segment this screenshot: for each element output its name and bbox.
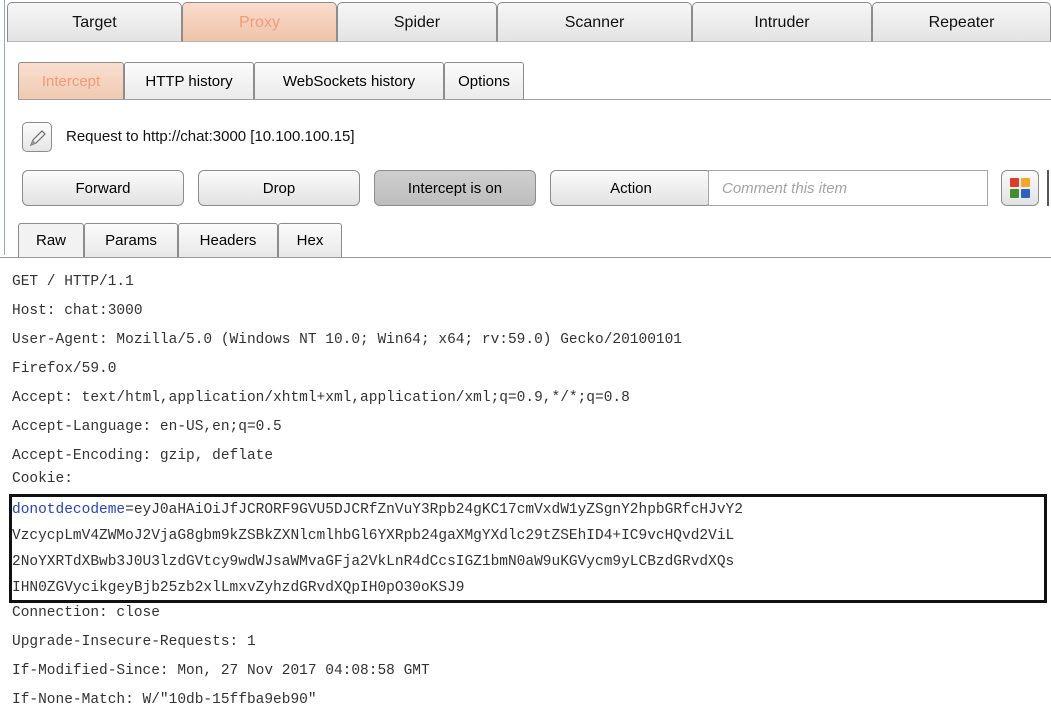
swatch-red — [1010, 178, 1019, 187]
tab-intruder[interactable]: Intruder — [692, 2, 872, 42]
request-line: Accept-Language: en-US,en;q=0.5 — [12, 419, 282, 435]
forward-button[interactable]: Forward — [22, 170, 184, 206]
request-line: Connection: close — [12, 605, 160, 621]
comment-input[interactable] — [708, 170, 988, 206]
swatch-green — [1010, 189, 1019, 198]
panel-splitter[interactable] — [1047, 170, 1049, 206]
color-grid-icon[interactable] — [1001, 170, 1039, 206]
cookie-line: VzcycpLmV4ZWMoJ2VjaG8gbm9kZSBkZXNlcmlhbG… — [12, 528, 735, 544]
tab-params[interactable]: Params — [84, 223, 178, 257]
cookie-value: =eyJ0aHAiOiJfJCRORF9GVU5DJCRfZnVuY3Rpb24… — [125, 502, 743, 518]
tab-repeater[interactable]: Repeater — [872, 2, 1051, 42]
cookie-line: 2NoYXRTdXBwb3J0U3lzdGVtcy9wdWJsaWMvaGFja… — [12, 554, 735, 570]
tab-target[interactable]: Target — [7, 2, 182, 42]
pencil-icon[interactable] — [22, 122, 52, 152]
tab-intercept[interactable]: Intercept — [18, 62, 124, 100]
request-line: Firefox/59.0 — [12, 361, 117, 377]
request-line: User-Agent: Mozilla/5.0 (Windows NT 10.0… — [12, 332, 683, 348]
tab-websockets-history[interactable]: WebSockets history — [254, 62, 444, 100]
cookie-name: donotdecodeme — [12, 502, 126, 518]
drop-button[interactable]: Drop — [198, 170, 360, 206]
swatch-orange — [1021, 178, 1030, 187]
cookie-line: donotdecodeme=eyJ0aHAiOiJfJCRORF9GVU5DJC… — [12, 498, 743, 522]
tab-scanner[interactable]: Scanner — [497, 2, 692, 42]
tab-hex[interactable]: Hex — [278, 223, 342, 257]
request-line: GET / HTTP/1.1 — [12, 274, 134, 290]
request-line: Upgrade-Insecure-Requests: 1 — [12, 634, 256, 650]
main-tab-bar: Target Proxy Spider Scanner Intruder Rep… — [7, 0, 1051, 44]
tab-spider[interactable]: Spider — [337, 2, 497, 42]
cookie-line: IHN0ZGVycikgeyBjb25zb2xlLmxvZyhzdGRvdXQp… — [12, 580, 465, 596]
tab-proxy[interactable]: Proxy — [182, 2, 337, 42]
request-line: Host: chat:3000 — [12, 303, 143, 319]
tab-raw[interactable]: Raw — [18, 223, 84, 257]
request-line: If-Modified-Since: Mon, 27 Nov 2017 04:0… — [12, 663, 430, 679]
intercept-toggle-button[interactable]: Intercept is on — [374, 170, 536, 206]
request-line: If-None-Match: W/"10db-15ffba9eb90" — [12, 692, 317, 708]
tab-headers[interactable]: Headers — [178, 223, 278, 257]
raw-request-editor[interactable]: GET / HTTP/1.1 Host: chat:3000 User-Agen… — [0, 258, 1051, 725]
request-line: Cookie: — [12, 471, 73, 487]
action-button[interactable]: Action — [550, 170, 712, 206]
swatch-blue — [1021, 189, 1030, 198]
request-line: Accept: text/html,application/xhtml+xml,… — [12, 390, 630, 406]
tab-options[interactable]: Options — [444, 62, 524, 100]
tab-http-history[interactable]: HTTP history — [124, 62, 254, 100]
request-target-label: Request to http://chat:3000 [10.100.100.… — [66, 128, 355, 145]
window-edge — [4, 0, 5, 255]
sub-tab-divider — [18, 99, 1051, 100]
request-line: Accept-Encoding: gzip, deflate — [12, 448, 274, 464]
